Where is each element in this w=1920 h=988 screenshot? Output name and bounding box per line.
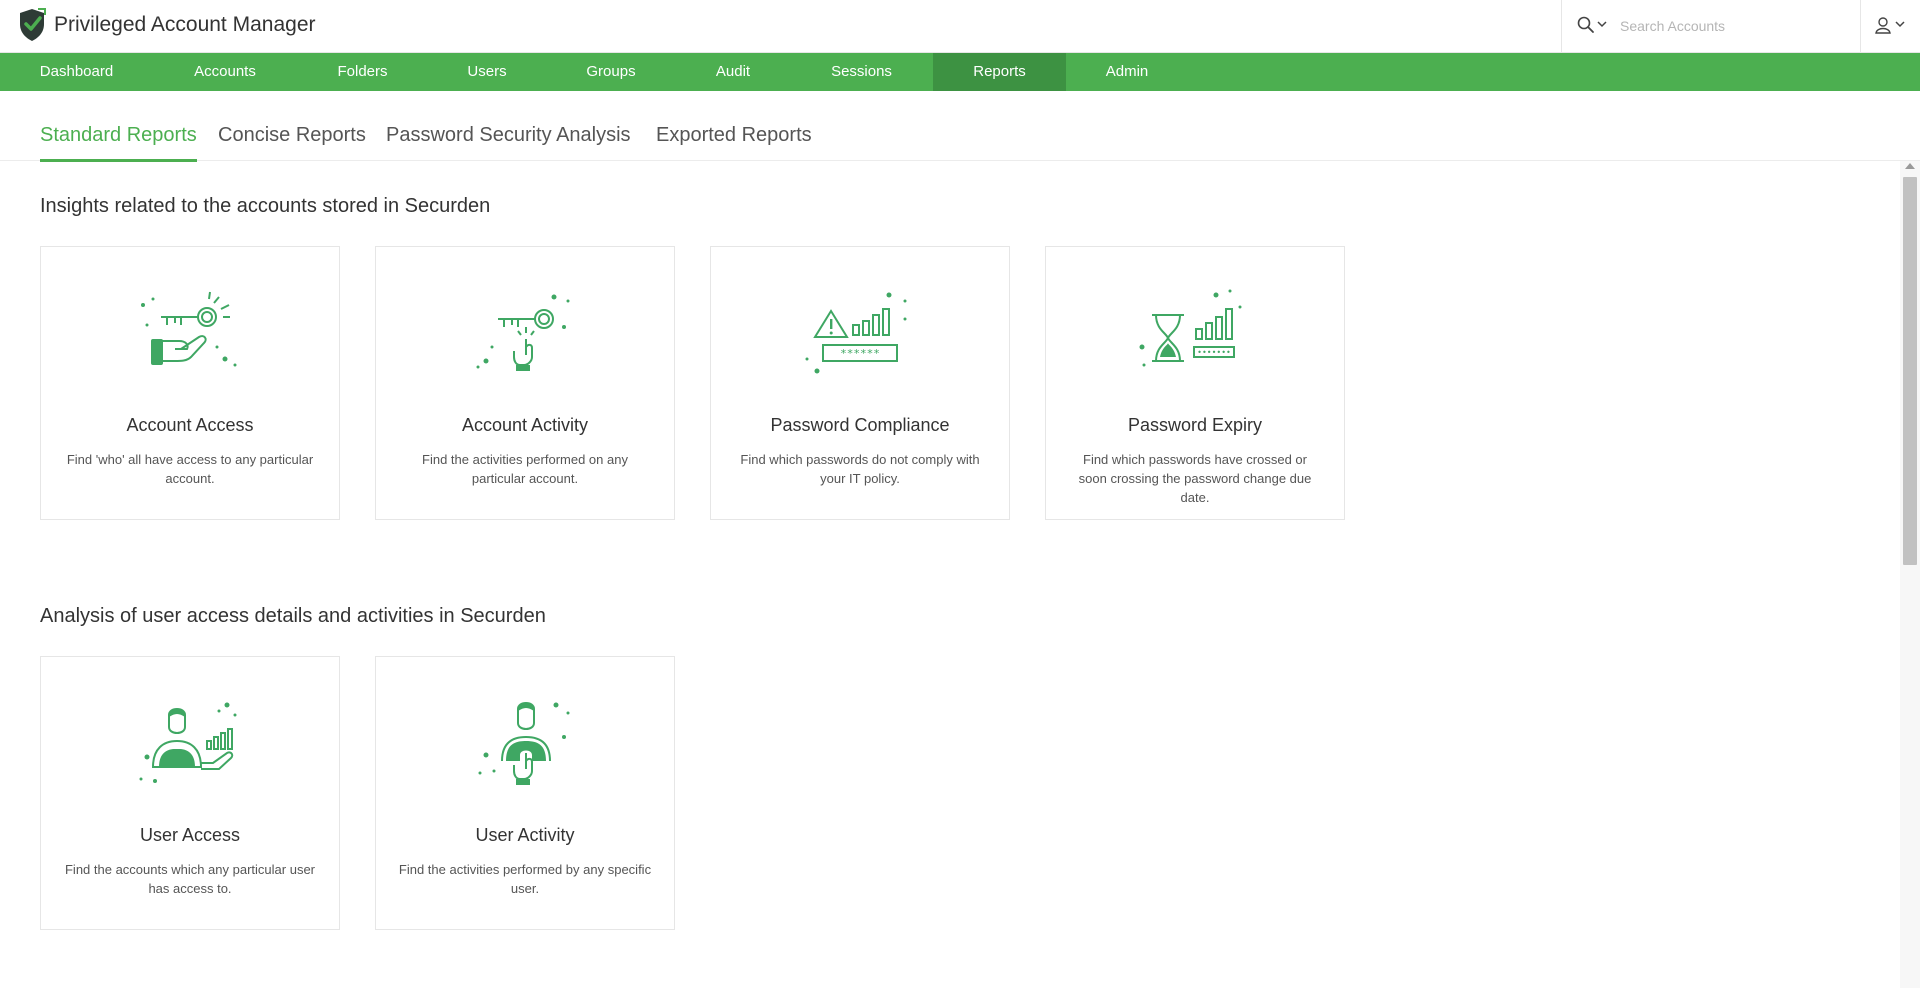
nav-item-groups[interactable]: Groups [546, 53, 676, 91]
nav-item-accounts[interactable]: Accounts [153, 53, 297, 91]
report-card-account-activity[interactable]: Account Activity Find the activities per… [375, 246, 675, 520]
scroll-up-arrow-icon[interactable] [1905, 163, 1915, 169]
tab-exported-reports[interactable]: Exported Reports [656, 124, 812, 162]
chevron-down-icon[interactable] [1596, 18, 1608, 30]
report-card-user-activity[interactable]: User Activity Find the activities perfor… [375, 656, 675, 930]
card-description: Find which passwords have crossed or soo… [1078, 452, 1312, 505]
key-click-icon [476, 294, 570, 371]
reports-content: Insights related to the accounts stored … [0, 161, 1900, 988]
card-title: Password Expiry [1127, 415, 1263, 435]
tab-concise-reports[interactable]: Concise Reports [218, 124, 366, 162]
card-title: Account Access [126, 415, 254, 435]
search-bar [1561, 0, 1861, 53]
report-card-password-expiry[interactable]: ••••••• Password Expiry Find which passw… [1045, 246, 1345, 520]
section-title-accounts: Insights related to the accounts stored … [40, 195, 491, 217]
card-title: Account Activity [461, 415, 589, 435]
section-title-users: Analysis of user access details and acti… [40, 605, 546, 627]
tab-password-security-analysis[interactable]: Password Security Analysis [386, 124, 631, 162]
hourglass-password-icon: ••••••• [1139, 289, 1242, 367]
card-description: Find the activities performed on any par… [422, 452, 628, 486]
card-title: User Activity [475, 825, 575, 845]
main-nav: Dashboard Accounts Folders Users Groups … [0, 53, 1920, 91]
warning-password-icon: ****** [805, 292, 907, 374]
svg-text:•••••••: ••••••• [1197, 348, 1231, 357]
nav-item-audit[interactable]: Audit [676, 53, 790, 91]
nav-item-folders[interactable]: Folders [297, 53, 428, 91]
app-title: Privileged Account Manager [54, 13, 316, 36]
nav-item-reports[interactable]: Reports [933, 53, 1066, 91]
report-tabs: Standard Reports Concise Reports Passwor… [0, 91, 1920, 162]
search-icon[interactable] [1576, 15, 1596, 35]
key-hand-icon [141, 291, 237, 367]
nav-item-admin[interactable]: Admin [1066, 53, 1188, 91]
user-click-icon [478, 702, 570, 785]
tab-standard-reports[interactable]: Standard Reports [40, 124, 197, 162]
user-menu-icon[interactable] [1874, 14, 1914, 38]
card-description: Find the activities performed by any spe… [398, 862, 652, 896]
nav-item-users[interactable]: Users [428, 53, 546, 91]
card-title: Password Compliance [770, 415, 950, 435]
card-description: Find which passwords do not comply with … [740, 452, 980, 486]
card-description: Find the accounts which any particular u… [64, 862, 315, 896]
nav-item-dashboard[interactable]: Dashboard [0, 53, 153, 91]
card-title: User Access [139, 825, 241, 845]
scrollbar-thumb[interactable] [1903, 177, 1917, 565]
report-card-password-compliance[interactable]: ****** Password Compliance Find which pa… [710, 246, 1010, 520]
report-card-account-access[interactable]: Account Access Find 'who' all have acces… [40, 246, 340, 520]
card-description: Find 'who' all have access to any partic… [66, 452, 314, 486]
svg-text:******: ****** [840, 347, 880, 360]
search-input[interactable] [1620, 13, 1850, 39]
report-card-user-access[interactable]: User Access Find the accounts which any … [40, 656, 340, 930]
top-header: Privileged Account Manager [0, 0, 1920, 53]
nav-item-sessions[interactable]: Sessions [790, 53, 933, 91]
shield-logo-icon [20, 8, 46, 41]
user-access-icon [139, 702, 237, 783]
